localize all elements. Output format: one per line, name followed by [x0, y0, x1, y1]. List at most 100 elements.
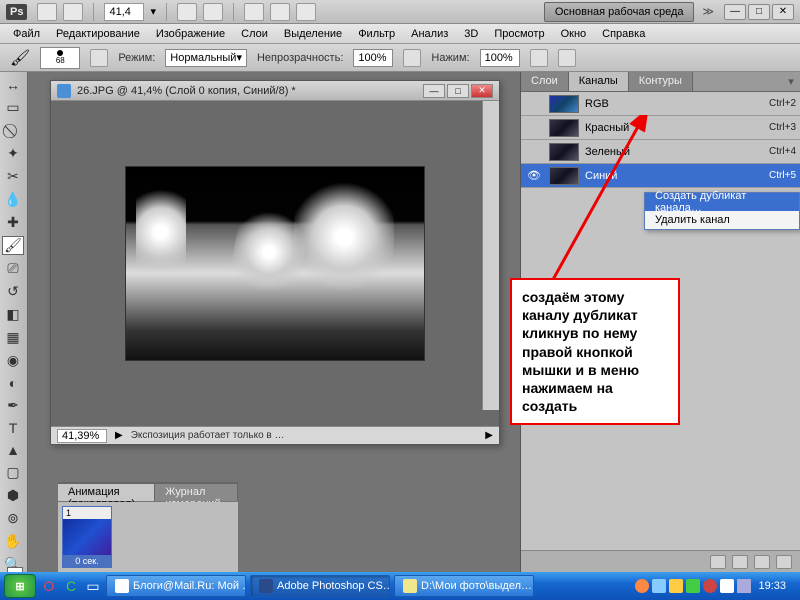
menu-filter[interactable]: Фильтр [351, 26, 402, 42]
delete-channel-icon[interactable] [776, 555, 792, 569]
frame-delay[interactable]: 0 сек. [63, 555, 111, 567]
zoom-tool-icon[interactable] [203, 3, 223, 21]
brush-preview[interactable]: 68 [40, 47, 80, 69]
menu-help[interactable]: Справка [595, 26, 652, 42]
menu-select[interactable]: Выделение [277, 26, 349, 42]
expand-icon[interactable]: ≫ [702, 5, 714, 18]
visibility-icon[interactable]: 👁 [525, 167, 543, 185]
quicklaunch-chrome-icon[interactable]: C [62, 577, 80, 595]
menu-3d[interactable]: 3D [457, 26, 485, 42]
channel-red[interactable]: Красный Ctrl+3 [521, 116, 800, 140]
healing-tool[interactable]: ✚ [2, 213, 24, 232]
tab-channels[interactable]: Каналы [569, 72, 629, 91]
opacity-field[interactable]: 100% [353, 49, 393, 67]
menu-layer[interactable]: Слои [234, 26, 275, 42]
panel-menu-icon[interactable]: ▾ [782, 72, 800, 91]
airbrush-icon[interactable] [530, 49, 548, 67]
hand-tool-icon[interactable] [177, 3, 197, 21]
start-button[interactable]: ⊞ [4, 574, 36, 598]
tablet-pressure-icon[interactable] [558, 49, 576, 67]
screen-mode-icon[interactable] [296, 3, 316, 21]
quick-select-tool[interactable]: ✦ [2, 144, 24, 163]
channel-name: Красный [585, 122, 763, 134]
menu-edit[interactable]: Редактирование [49, 26, 147, 42]
taskbar-clock[interactable]: 19:33 [754, 580, 790, 592]
marquee-tool[interactable]: ▭ [2, 98, 24, 117]
quicklaunch-desktop-icon[interactable]: ▭ [84, 577, 102, 595]
document-titlebar[interactable]: 26.JPG @ 41,4% (Слой 0 копия, Синий/8) *… [51, 81, 499, 101]
visibility-icon[interactable] [525, 95, 543, 113]
gradient-tool[interactable]: ▦ [2, 328, 24, 347]
doc-zoom-field[interactable]: 41,39% [57, 429, 107, 443]
crop-tool[interactable]: ✂ [2, 167, 24, 186]
move-tool[interactable]: ↔ [2, 76, 24, 94]
menu-view[interactable]: Просмотр [487, 26, 551, 42]
tray-icon[interactable] [652, 579, 666, 593]
blur-tool[interactable]: ◉ [2, 351, 24, 370]
brush-tool[interactable]: 🖌 [2, 236, 24, 255]
rotate-view-icon[interactable] [244, 3, 264, 21]
type-tool[interactable]: T [2, 419, 24, 437]
eyedropper-tool[interactable]: 💧 [2, 190, 24, 209]
tab-animation[interactable]: Анимация (покадровая) [58, 484, 155, 501]
doc-close-button[interactable]: ✕ [471, 84, 493, 98]
3d-camera-tool[interactable]: ⊚ [2, 509, 24, 528]
minimize-button[interactable]: — [724, 4, 746, 20]
tray-icon[interactable] [720, 579, 734, 593]
load-selection-icon[interactable] [710, 555, 726, 569]
volume-icon[interactable] [737, 579, 751, 593]
doc-minimize-button[interactable]: — [423, 84, 445, 98]
animation-frame[interactable]: 1 0 сек. [62, 506, 112, 568]
tray-icon[interactable] [686, 579, 700, 593]
tab-measurement-log[interactable]: Журнал измерений [155, 484, 238, 501]
eraser-tool[interactable]: ◧ [2, 305, 24, 324]
channel-thumbnail [549, 119, 579, 137]
opacity-pressure-icon[interactable] [403, 49, 421, 67]
flow-field[interactable]: 100% [480, 49, 520, 67]
blend-mode-select[interactable]: Нормальный▾ [165, 49, 247, 67]
channel-shortcut: Ctrl+3 [769, 122, 796, 133]
path-select-tool[interactable]: ▲ [2, 441, 24, 459]
maximize-button[interactable]: □ [748, 4, 770, 20]
channel-green[interactable]: Зеленый Ctrl+4 [521, 140, 800, 164]
visibility-icon[interactable] [525, 143, 543, 161]
task-photoshop[interactable]: Adobe Photoshop CS… [250, 575, 390, 597]
task-browser[interactable]: Блоги@Mail.Ru: Мой … [106, 575, 246, 597]
3d-tool[interactable]: ⬢ [2, 486, 24, 505]
shape-tool[interactable]: ▢ [2, 463, 24, 482]
new-channel-icon[interactable] [754, 555, 770, 569]
hand-tool[interactable]: ✋ [2, 532, 24, 551]
doc-maximize-button[interactable]: □ [447, 84, 469, 98]
bridge-icon[interactable] [37, 3, 57, 21]
ctx-duplicate-channel[interactable]: Создать дубликат канала… [645, 193, 799, 211]
tray-icon[interactable] [703, 579, 717, 593]
document-canvas[interactable] [51, 101, 499, 426]
close-button[interactable]: ✕ [772, 4, 794, 20]
arrange-docs-icon[interactable] [270, 3, 290, 21]
menu-analysis[interactable]: Анализ [404, 26, 455, 42]
save-selection-icon[interactable] [732, 555, 748, 569]
view-extras-icon[interactable] [63, 3, 83, 21]
brush-tool-preset-icon[interactable]: 🖌 [10, 48, 30, 68]
workspace-switcher[interactable]: Основная рабочая среда [544, 2, 695, 22]
dodge-tool[interactable]: ◐ [2, 374, 24, 392]
visibility-icon[interactable] [525, 119, 543, 137]
lasso-tool[interactable]: ⃠ [2, 121, 24, 140]
stamp-tool[interactable]: ⎚ [2, 259, 24, 278]
zoom-level-field[interactable]: 41,4 [104, 3, 144, 21]
menu-file[interactable]: Файл [6, 26, 47, 42]
channel-blue[interactable]: 👁 Синий Ctrl+5 [521, 164, 800, 188]
channel-rgb[interactable]: RGB Ctrl+2 [521, 92, 800, 116]
tray-icon[interactable] [669, 579, 683, 593]
tray-icon[interactable] [635, 579, 649, 593]
tab-paths[interactable]: Контуры [629, 72, 693, 91]
quicklaunch-opera-icon[interactable]: O [40, 577, 58, 595]
menu-window[interactable]: Окно [554, 26, 594, 42]
pen-tool[interactable]: ✒ [2, 396, 24, 415]
tab-layers[interactable]: Слои [521, 72, 569, 91]
dropdown-icon[interactable]: ▾ [150, 5, 156, 18]
task-explorer[interactable]: D:\Мои фото\выдел… [394, 575, 534, 597]
menu-image[interactable]: Изображение [149, 26, 232, 42]
brush-panel-icon[interactable] [90, 49, 108, 67]
history-brush-tool[interactable]: ↺ [2, 282, 24, 301]
